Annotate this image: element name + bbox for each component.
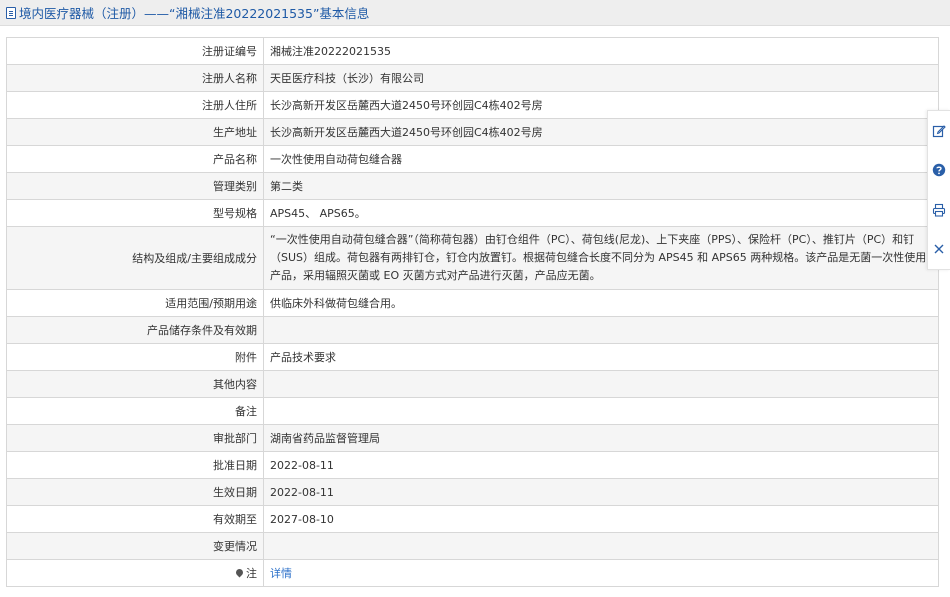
table-row: 变更情况: [6, 532, 939, 560]
table-row: 注册证编号 湘械注准20222021535: [6, 37, 939, 65]
page-title-bar: 境内医疗器械（注册）——“湘械注准20222021535”基本信息: [0, 0, 950, 26]
row-value-storage-validity: [263, 316, 939, 344]
document-icon: [6, 6, 16, 19]
table-row: 有效期至 2027-08-10: [6, 505, 939, 533]
table-row: 其他内容: [6, 370, 939, 398]
table-row: 备注: [6, 397, 939, 425]
row-value-intended-use: 供临床外科做荷包缝合用。: [263, 289, 939, 317]
row-value-other-content: [263, 370, 939, 398]
print-icon[interactable]: [931, 202, 947, 218]
row-value-attachment: 产品技术要求: [263, 343, 939, 371]
row-value-registrant-address: 长沙高新开发区岳麓西大道2450号环创园C4栋402号房: [263, 91, 939, 119]
row-label-note: 注: [6, 559, 264, 587]
row-label-change-status: 变更情况: [6, 532, 264, 560]
edit-icon[interactable]: [931, 123, 947, 139]
row-label-other-content: 其他内容: [6, 370, 264, 398]
table-row: 产品名称 一次性使用自动荷包缝合器: [6, 145, 939, 173]
row-label-approval-date: 批准日期: [6, 451, 264, 479]
page-title: 境内医疗器械（注册）——“湘械注准20222021535”基本信息: [19, 6, 370, 21]
table-row: 产品储存条件及有效期: [6, 316, 939, 344]
row-value-structure-composition: “一次性使用自动荷包缝合器”（简称荷包器）由钉仓组件（PC）、荷包线(尼龙)、上…: [263, 226, 939, 290]
row-value-effective-date: 2022-08-11: [263, 478, 939, 506]
row-value-approval-date: 2022-08-11: [263, 451, 939, 479]
details-link[interactable]: 详情: [270, 567, 292, 580]
table-row: 附件 产品技术要求: [6, 343, 939, 371]
pin-icon: [234, 567, 245, 577]
row-label-production-address: 生产地址: [6, 118, 264, 146]
row-label-storage-validity: 产品储存条件及有效期: [6, 316, 264, 344]
table-row: 注 详情: [6, 559, 939, 587]
table-row: 审批部门 湖南省药品监督管理局: [6, 424, 939, 452]
row-label-remarks: 备注: [6, 397, 264, 425]
row-label-management-class: 管理类别: [6, 172, 264, 200]
row-value-valid-until: 2027-08-10: [263, 505, 939, 533]
table-row: 生效日期 2022-08-11: [6, 478, 939, 506]
info-table: 注册证编号 湘械注准20222021535 注册人名称 天臣医疗科技（长沙）有限…: [6, 37, 939, 587]
row-label-effective-date: 生效日期: [6, 478, 264, 506]
row-label-intended-use: 适用范围/预期用途: [6, 289, 264, 317]
row-value-registrant-name: 天臣医疗科技（长沙）有限公司: [263, 64, 939, 92]
row-label-model-spec: 型号规格: [6, 199, 264, 227]
row-label-registrant-address: 注册人住所: [6, 91, 264, 119]
floating-toolbar: [927, 110, 950, 270]
table-row: 批准日期 2022-08-11: [6, 451, 939, 479]
row-label-attachment: 附件: [6, 343, 264, 371]
row-label-registrant-name: 注册人名称: [6, 64, 264, 92]
row-value-management-class: 第二类: [263, 172, 939, 200]
row-value-note: 详情: [263, 559, 939, 587]
table-row: 型号规格 APS45、 APS65。: [6, 199, 939, 227]
table-row: 适用范围/预期用途 供临床外科做荷包缝合用。: [6, 289, 939, 317]
table-row: 注册人名称 天臣医疗科技（长沙）有限公司: [6, 64, 939, 92]
close-icon[interactable]: [931, 241, 947, 257]
row-value-remarks: [263, 397, 939, 425]
row-value-product-name: 一次性使用自动荷包缝合器: [263, 145, 939, 173]
row-value-approval-dept: 湖南省药品监督管理局: [263, 424, 939, 452]
row-label-registration-number: 注册证编号: [6, 37, 264, 65]
row-label-structure-composition: 结构及组成/主要组成成分: [6, 226, 264, 290]
row-label-product-name: 产品名称: [6, 145, 264, 173]
table-row: 生产地址 长沙高新开发区岳麓西大道2450号环创园C4栋402号房: [6, 118, 939, 146]
note-label-text: 注: [246, 566, 257, 580]
row-label-valid-until: 有效期至: [6, 505, 264, 533]
help-icon[interactable]: [931, 162, 947, 178]
row-label-approval-dept: 审批部门: [6, 424, 264, 452]
table-row: 管理类别 第二类: [6, 172, 939, 200]
row-value-change-status: [263, 532, 939, 560]
row-value-production-address: 长沙高新开发区岳麓西大道2450号环创园C4栋402号房: [263, 118, 939, 146]
row-value-model-spec: APS45、 APS65。: [263, 199, 939, 227]
table-row: 结构及组成/主要组成成分 “一次性使用自动荷包缝合器”（简称荷包器）由钉仓组件（…: [6, 226, 939, 290]
row-value-registration-number: 湘械注准20222021535: [263, 37, 939, 65]
table-row: 注册人住所 长沙高新开发区岳麓西大道2450号环创园C4栋402号房: [6, 91, 939, 119]
